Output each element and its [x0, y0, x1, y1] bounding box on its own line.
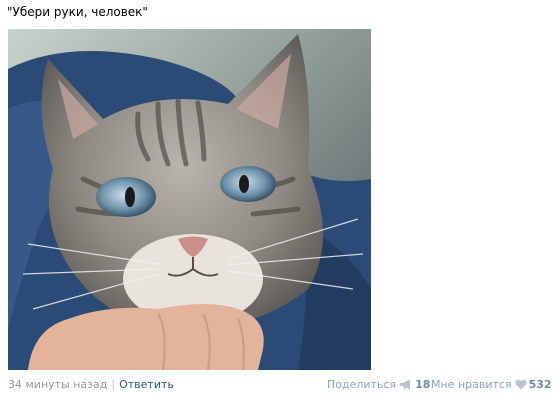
post-text: "Убери руки, человек"	[7, 5, 148, 19]
post-meta: 34 минуты назад | Ответить	[8, 376, 174, 394]
megaphone-icon	[400, 379, 411, 389]
post-footer: 34 минуты назад | Ответить Поделиться 18 М…	[0, 376, 559, 394]
share-label: Поделиться	[327, 378, 397, 391]
separator: |	[111, 378, 116, 391]
like-button[interactable]: Мне нравится 532	[431, 376, 552, 394]
share-count: 18	[415, 378, 431, 391]
like-label: Мне нравится	[431, 378, 512, 391]
share-button[interactable]: Поделиться 18	[327, 376, 430, 394]
cat-photo[interactable]	[8, 29, 371, 370]
heart-icon	[514, 379, 527, 389]
like-count: 532	[528, 378, 552, 391]
post-time[interactable]: 34 минуты назад	[8, 378, 107, 391]
cat-photo-illustration	[8, 29, 371, 370]
reply-link[interactable]: Ответить	[119, 378, 174, 391]
